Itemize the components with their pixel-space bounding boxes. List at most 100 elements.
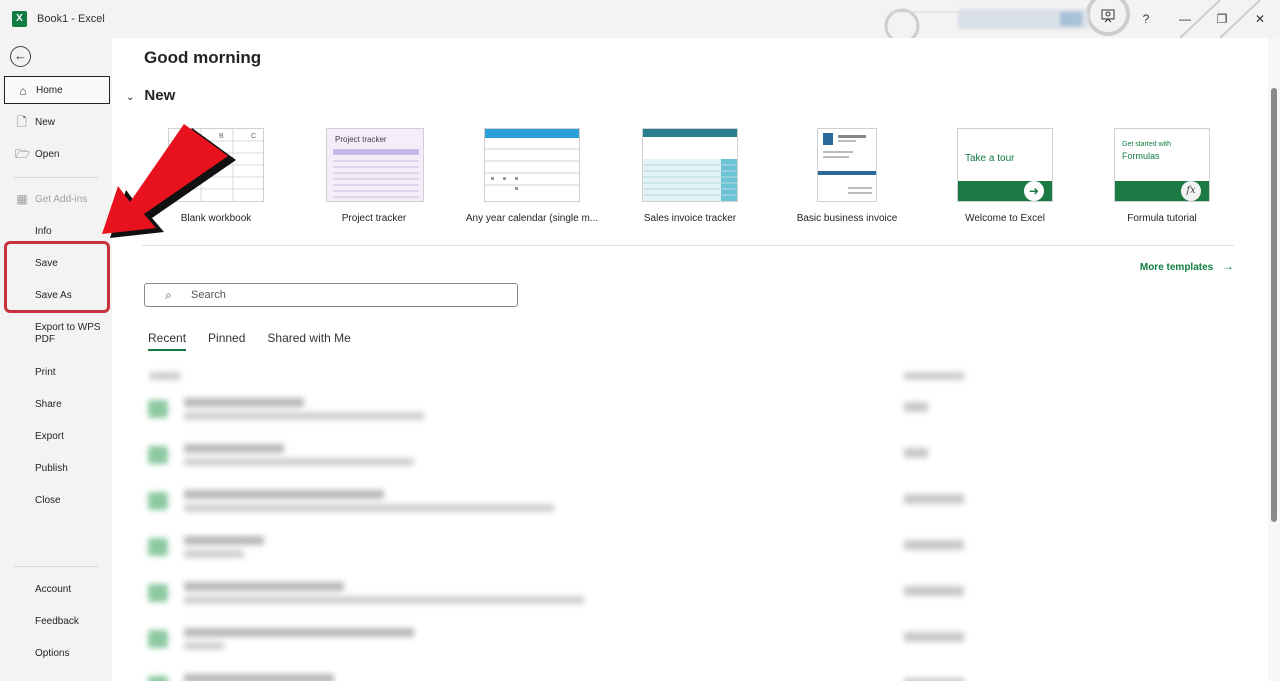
add-ins-grid-icon: ▦ xyxy=(16,192,28,206)
window-title: Book1 - Excel xyxy=(37,13,105,25)
sidebar-divider xyxy=(14,566,98,567)
more-templates-label: More templates xyxy=(1139,262,1214,273)
list-item[interactable] xyxy=(144,526,1234,570)
new-section-title: New xyxy=(144,87,176,104)
template-thumbnail xyxy=(642,128,738,202)
template-blank-workbook[interactable]: B C Blank workbook xyxy=(146,128,286,228)
restore-button[interactable]: ❐ xyxy=(1211,9,1233,29)
search-input[interactable]: ⌕ xyxy=(144,283,518,307)
sidebar-item-label: New xyxy=(35,116,56,128)
recent-files-list xyxy=(144,358,1234,681)
sidebar-item-get-add-ins: ▦ Get Add-ins xyxy=(4,185,110,213)
sidebar-item-label: Info xyxy=(35,225,52,237)
thumbnail-title: Formulas xyxy=(1122,151,1160,161)
save-highlight-box xyxy=(4,241,110,313)
thumbnail-subtitle: Get started with xyxy=(1122,141,1172,148)
sidebar-item-label: Publish xyxy=(35,462,68,474)
sidebar-item-label: Print xyxy=(35,366,56,378)
template-welcome-to-excel[interactable]: Take a tour ➜ Welcome to Excel xyxy=(935,128,1075,228)
sidebar-item-publish[interactable]: Publish xyxy=(4,454,110,482)
title-bar: X Book1 - Excel ? — ❐ ✕ xyxy=(0,0,1280,38)
sidebar-item-export[interactable]: Export xyxy=(4,422,110,450)
function-fx-icon: fx xyxy=(1181,181,1201,201)
sidebar-item-label: Account xyxy=(35,583,72,595)
backstage-main: Good morning ⌄ New B C Blank workbook Pro… xyxy=(112,38,1268,681)
tab-shared-with-me[interactable]: Shared with Me xyxy=(267,331,350,351)
thumbnail-title: Take a tour xyxy=(965,153,1015,164)
template-thumbnail: Take a tour ➜ xyxy=(957,128,1053,202)
sidebar-item-export-to-wps-pdf[interactable]: Export to WPS PDF xyxy=(4,318,110,350)
sidebar-item-close[interactable]: Close xyxy=(4,486,110,514)
arrow-right-icon: ➜ xyxy=(1024,181,1044,201)
close-button[interactable]: ✕ xyxy=(1249,9,1271,29)
sidebar-item-label: Home xyxy=(36,84,63,96)
template-thumbnail xyxy=(484,128,580,202)
template-label: Project tracker xyxy=(341,213,407,224)
template-any-year-calendar[interactable]: Any year calendar (single m... xyxy=(462,128,602,228)
template-label: Basic business invoice xyxy=(796,213,898,224)
search-icon: ⌕ xyxy=(165,288,172,302)
template-formula-tutorial[interactable]: Get started with Formulas fx Formula tut… xyxy=(1092,128,1232,228)
tab-pinned[interactable]: Pinned xyxy=(208,331,245,351)
list-header xyxy=(144,372,1234,382)
search-field[interactable] xyxy=(191,287,491,303)
template-sales-invoice-tracker[interactable]: Sales invoice tracker xyxy=(620,128,760,228)
sidebar-item-account[interactable]: Account xyxy=(4,575,110,603)
sidebar-item-label: Feedback xyxy=(35,615,79,627)
sidebar-item-label: Open xyxy=(35,148,60,160)
backstage-sidebar: ← ⌂ Home 🗋 New 🗁 Open ▦ Get Add-ins Info… xyxy=(0,38,112,681)
list-item[interactable] xyxy=(144,572,1234,616)
new-document-icon: 🗋 xyxy=(17,115,27,129)
scrollbar-thumb[interactable] xyxy=(1271,88,1277,522)
sidebar-item-feedback[interactable]: Feedback xyxy=(4,607,110,635)
template-label: Welcome to Excel xyxy=(965,213,1045,224)
svg-text:B: B xyxy=(219,133,224,140)
list-item[interactable] xyxy=(144,388,1234,432)
back-arrow-icon[interactable]: ← xyxy=(10,46,31,67)
home-icon: ⌂ xyxy=(19,84,27,98)
list-item[interactable] xyxy=(144,618,1234,662)
arrow-right-icon: → xyxy=(1222,259,1234,273)
titlebar-search-box[interactable] xyxy=(958,9,1088,29)
template-thumbnail xyxy=(817,128,877,202)
vertical-scrollbar[interactable] xyxy=(1268,38,1280,681)
template-thumbnail: B C xyxy=(168,128,264,202)
sidebar-divider xyxy=(14,177,98,178)
sidebar-item-open[interactable]: 🗁 Open xyxy=(4,140,110,168)
help-button[interactable]: ? xyxy=(1135,9,1157,29)
template-label: Sales invoice tracker xyxy=(643,213,737,224)
sidebar-item-new[interactable]: 🗋 New xyxy=(4,108,110,136)
template-thumbnail: Project tracker xyxy=(326,128,424,202)
template-label: Blank workbook xyxy=(180,213,252,224)
sidebar-item-label: Close xyxy=(35,494,61,506)
sidebar-item-label: Export xyxy=(35,430,64,442)
template-label: Formula tutorial xyxy=(1127,213,1197,224)
chevron-down-icon: ⌄ xyxy=(126,92,135,103)
coauthor-icon[interactable] xyxy=(1097,9,1119,29)
thumbnail-title: Project tracker xyxy=(335,135,387,144)
template-label: Any year calendar (single m... xyxy=(465,213,599,224)
sidebar-item-home[interactable]: ⌂ Home xyxy=(4,76,110,104)
list-item[interactable] xyxy=(144,664,1234,681)
sidebar-item-label: Options xyxy=(35,647,70,659)
list-item[interactable] xyxy=(144,434,1234,478)
section-divider xyxy=(142,245,1234,246)
excel-app-icon: X xyxy=(12,11,27,27)
more-templates-link[interactable]: More templates → xyxy=(1140,259,1234,273)
sidebar-item-options[interactable]: Options xyxy=(4,639,110,667)
sidebar-item-print[interactable]: Print xyxy=(4,358,110,386)
svg-text:C: C xyxy=(251,133,256,140)
recent-tabs: Recent Pinned Shared with Me xyxy=(148,331,351,351)
folder-open-icon: 🗁 xyxy=(15,147,30,161)
sidebar-item-share[interactable]: Share xyxy=(4,390,110,418)
greeting-heading: Good morning xyxy=(144,48,262,67)
sidebar-item-label: Export to WPS PDF xyxy=(35,322,101,345)
template-thumbnail: Get started with Formulas fx xyxy=(1114,128,1210,202)
sidebar-item-label: Get Add-ins xyxy=(35,193,88,205)
list-item[interactable] xyxy=(144,480,1234,524)
template-basic-business-invoice[interactable]: Basic business invoice xyxy=(777,128,917,228)
template-project-tracker[interactable]: Project tracker Project tracker xyxy=(304,128,444,228)
tab-recent[interactable]: Recent xyxy=(148,331,187,351)
new-section-header[interactable]: ⌄ New xyxy=(126,87,175,104)
minimize-button[interactable]: — xyxy=(1174,9,1196,29)
